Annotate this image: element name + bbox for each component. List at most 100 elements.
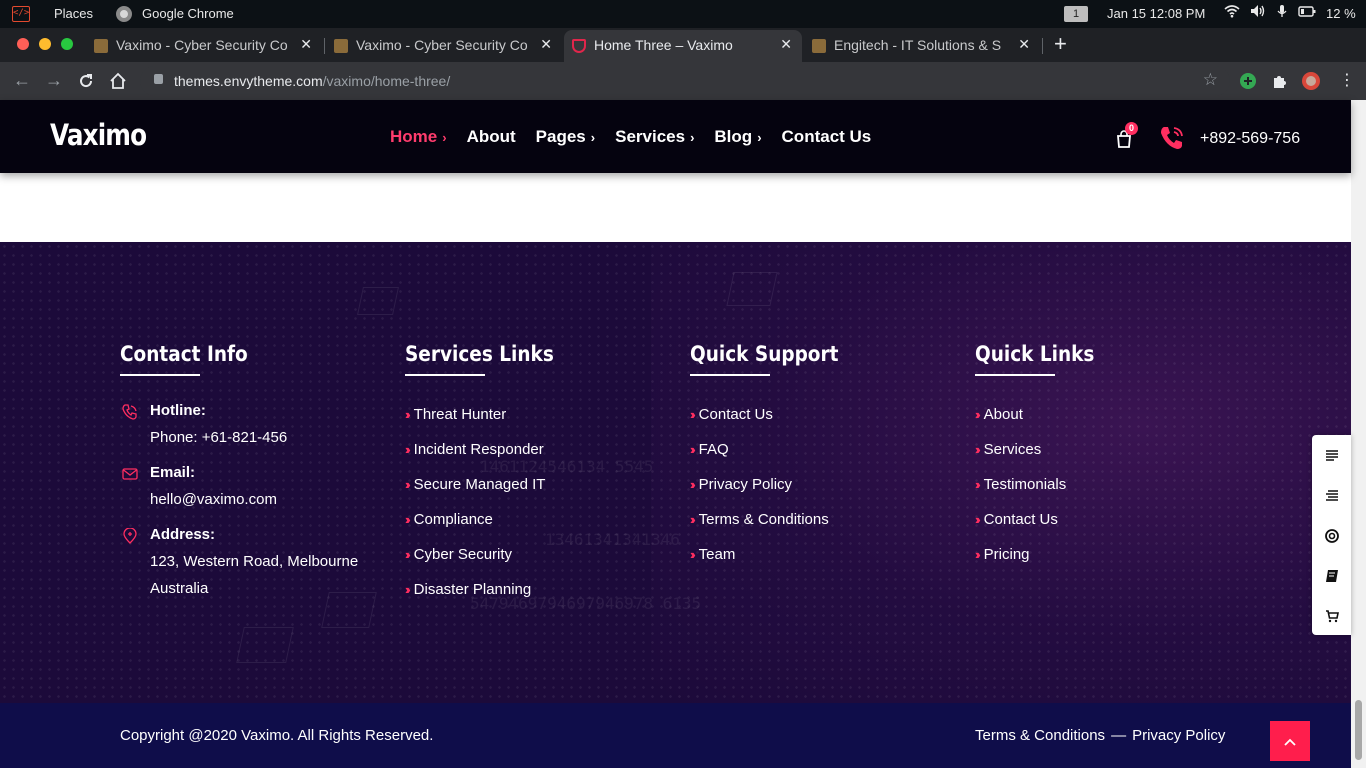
footer-support-column: Quick Support ›› Contact Us ›› FAQ ›› Priva…: [690, 342, 859, 581]
shopping-cart-icon[interactable]: [1325, 609, 1339, 623]
footer-contact-column: Contact Info: [120, 342, 265, 376]
double-chevron-icon: ››: [405, 477, 410, 492]
terms-link[interactable]: Terms & Conditions: [975, 727, 1105, 744]
footer-link[interactable]: ›› Services: [975, 441, 1111, 476]
footer-deco-shape: [236, 627, 294, 663]
footer-link[interactable]: ›› Secure Managed IT: [405, 476, 574, 511]
nav-services[interactable]: Services ›: [615, 127, 694, 147]
double-chevron-icon: ››: [405, 407, 410, 422]
footer-link[interactable]: ›› Pricing: [975, 546, 1111, 581]
footer-link[interactable]: ›› Terms & Conditions: [690, 511, 859, 546]
nav-about[interactable]: About: [467, 127, 516, 147]
site-favicon-icon: [334, 39, 348, 53]
nav-blog[interactable]: Blog ›: [714, 127, 761, 147]
page-scrollbar[interactable]: [1351, 100, 1366, 768]
contact-label: Email:: [150, 464, 196, 481]
footer-quick-column: Quick Links ›› About ›› Services ›› Testimo…: [975, 342, 1111, 581]
browser-tab[interactable]: Engitech - IT Solutions & S ✕: [804, 30, 1040, 62]
clock[interactable]: Jan 15 12:08 PM: [1107, 6, 1205, 21]
close-tab-icon[interactable]: ✕: [300, 36, 312, 53]
double-chevron-icon: ››: [975, 407, 980, 422]
support-links-list: ›› Contact Us ›› FAQ ›› Privacy Policy ›› Te…: [690, 406, 859, 581]
list-lines-icon[interactable]: [1325, 489, 1339, 503]
browser-toolbar: ← → themes.envytheme.com/vaximo/home-thr…: [0, 62, 1366, 100]
main-nav: Home › About Pages › Services › Blog › Conta…: [390, 127, 891, 147]
privacy-link[interactable]: Privacy Policy: [1132, 727, 1225, 744]
wifi-icon: [1224, 5, 1240, 18]
double-chevron-icon: ››: [975, 477, 980, 492]
close-tab-icon[interactable]: ✕: [780, 36, 792, 53]
footer-deco-shape: [726, 272, 778, 306]
double-chevron-icon: ››: [975, 442, 980, 457]
browser-tab-active[interactable]: Home Three – Vaximo ✕: [564, 30, 802, 62]
support-lifebuoy-icon[interactable]: [1325, 529, 1339, 543]
active-app-label[interactable]: Google Chrome: [142, 6, 234, 21]
close-tab-icon[interactable]: ✕: [1018, 36, 1030, 53]
footer-link[interactable]: ›› Privacy Policy: [690, 476, 859, 511]
scrollbar-thumb[interactable]: [1355, 700, 1362, 760]
double-chevron-icon: ››: [690, 407, 695, 422]
tab-title: Home Three – Vaximo: [594, 37, 733, 53]
reload-icon[interactable]: [77, 72, 95, 90]
address-bar[interactable]: themes.envytheme.com/vaximo/home-three/ …: [140, 66, 1230, 96]
back-arrow-icon[interactable]: ←: [13, 70, 31, 91]
heading-underline: [690, 374, 770, 376]
double-chevron-icon: ››: [405, 582, 410, 597]
header-phone-number[interactable]: +892-569-756: [1200, 130, 1300, 148]
double-chevron-icon: ››: [405, 512, 410, 527]
system-tray[interactable]: [1224, 4, 1316, 18]
chevron-right-icon: ›: [690, 130, 695, 145]
nav-contact-us[interactable]: Contact Us: [782, 127, 872, 147]
document-lines-icon[interactable]: [1325, 449, 1339, 463]
places-menu[interactable]: Places: [54, 6, 93, 21]
quick-links-list: ›› About ›› Services ›› Testimonials ›› Cont…: [975, 406, 1111, 581]
nav-home[interactable]: Home ›: [390, 127, 447, 147]
new-tab-plus-icon[interactable]: +: [1054, 31, 1067, 57]
os-top-bar: </> Places Google Chrome 1 Jan 15 12:08 …: [0, 0, 1366, 28]
browser-tab[interactable]: Vaximo - Cyber Security Co ✕: [326, 30, 562, 62]
menu-kebab-icon[interactable]: ⋮: [1339, 70, 1355, 90]
close-window-button[interactable]: [17, 38, 29, 50]
chevron-right-icon: ›: [442, 130, 447, 145]
footer-link[interactable]: ›› About: [975, 406, 1111, 441]
bookmark-star-icon[interactable]: ☆: [1203, 70, 1218, 90]
maximize-window-button[interactable]: [61, 38, 73, 50]
footer-link[interactable]: ›› Threat Hunter: [405, 406, 574, 441]
profile-avatar-icon[interactable]: [1302, 72, 1320, 90]
footer-link[interactable]: ›› Testimonials: [975, 476, 1111, 511]
footer-link[interactable]: ›› Cyber Security: [405, 546, 574, 581]
contact-hotline: Hotline: Phone: +61-821-456: [120, 402, 358, 456]
footer-link[interactable]: ›› Team: [690, 546, 859, 581]
puzzle-extensions-icon[interactable]: [1271, 72, 1289, 90]
copyright-text: Copyright @2020 Vaximo. All Rights Reser…: [120, 727, 434, 744]
book-icon[interactable]: [1325, 569, 1339, 583]
extension-plus-icon[interactable]: [1239, 72, 1257, 90]
footer-link[interactable]: ›› FAQ: [690, 441, 859, 476]
double-chevron-icon: ››: [405, 547, 410, 562]
tab-title: Vaximo - Cyber Security Co: [356, 37, 528, 53]
home-icon[interactable]: [109, 72, 127, 90]
footer-link[interactable]: ›› Compliance: [405, 511, 574, 546]
url-text[interactable]: themes.envytheme.com/vaximo/home-three/: [174, 73, 450, 89]
back-to-top-button[interactable]: [1270, 721, 1310, 761]
site-logo[interactable]: Vaximo: [50, 118, 147, 152]
footer-link[interactable]: ›› Disaster Planning: [405, 581, 574, 616]
double-chevron-icon: ››: [975, 547, 980, 562]
copyright-bar: Copyright @2020 Vaximo. All Rights Reser…: [0, 703, 1351, 768]
double-chevron-icon: ››: [405, 442, 410, 457]
contact-address-value: Australia: [150, 580, 209, 597]
footer-link[interactable]: ›› Incident Responder: [405, 441, 574, 476]
footer-link[interactable]: ›› Contact Us: [690, 406, 859, 441]
contact-phone-value[interactable]: Phone: +61-821-456: [150, 429, 358, 456]
close-tab-icon[interactable]: ✕: [540, 36, 552, 53]
site-favicon-icon: [812, 39, 826, 53]
minimize-window-button[interactable]: [39, 38, 51, 50]
forward-arrow-icon[interactable]: →: [45, 70, 63, 91]
nav-pages[interactable]: Pages ›: [536, 127, 595, 147]
code-app-icon[interactable]: </>: [12, 6, 30, 22]
heading-underline: [405, 374, 485, 376]
browser-tab[interactable]: Vaximo - Cyber Security Co ✕: [86, 30, 322, 62]
contact-email-value[interactable]: hello@vaximo.com: [150, 491, 358, 518]
workspace-indicator[interactable]: 1: [1064, 6, 1088, 22]
footer-link[interactable]: ›› Contact Us: [975, 511, 1111, 546]
